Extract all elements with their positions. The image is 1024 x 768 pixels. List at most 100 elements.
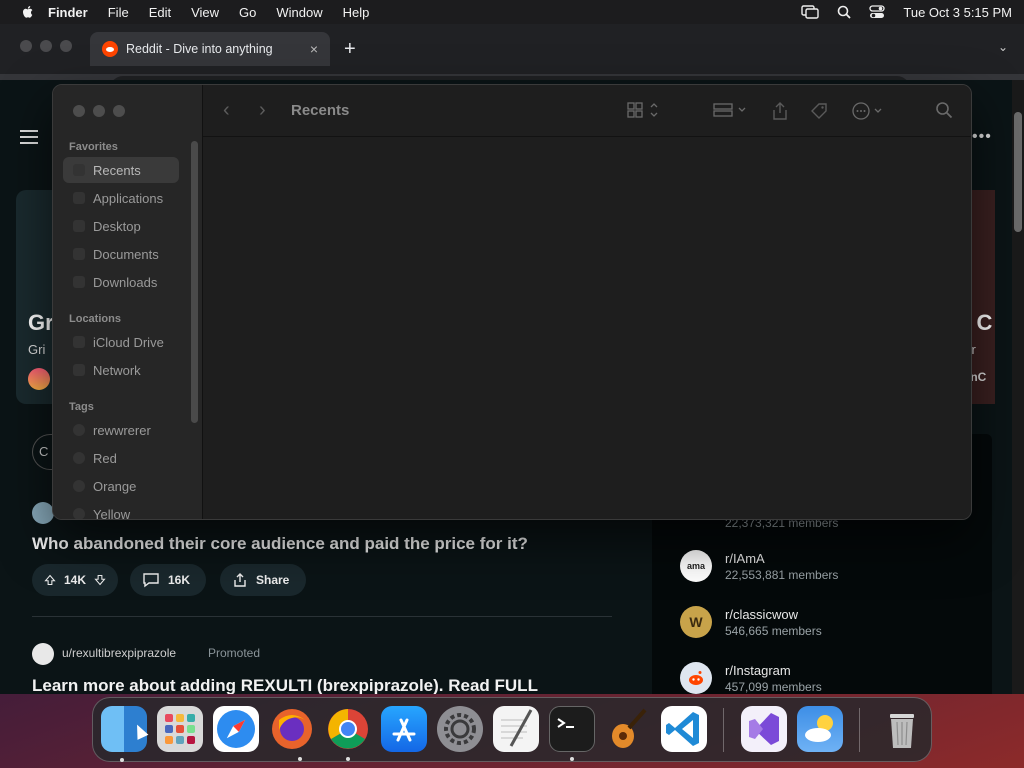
control-center-icon[interactable] bbox=[869, 5, 886, 19]
dock-trash-icon[interactable] bbox=[879, 706, 925, 752]
apple-icon[interactable] bbox=[20, 4, 36, 20]
sidebar-item-recents[interactable]: Recents bbox=[63, 157, 179, 183]
running-indicator-finder bbox=[120, 758, 124, 762]
applications-icon bbox=[73, 192, 85, 204]
window-zoom-button[interactable] bbox=[60, 40, 72, 52]
dock-weather-icon[interactable] bbox=[797, 706, 843, 752]
menubar-clock[interactable]: Tue Oct 3 5:15 PM bbox=[903, 5, 1012, 20]
dock-firefox-icon[interactable] bbox=[269, 706, 315, 752]
dock-chrome-icon[interactable] bbox=[325, 706, 371, 752]
ad-author-avatar[interactable] bbox=[32, 643, 54, 665]
finder-zoom-button[interactable] bbox=[113, 105, 125, 117]
search-icon[interactable] bbox=[935, 101, 953, 119]
comments-button[interactable]: 16K bbox=[130, 564, 206, 596]
post-title[interactable]: Who abandoned their core audience and pa… bbox=[32, 534, 528, 554]
more-actions-icon[interactable] bbox=[851, 101, 887, 121]
vscode-logo-icon bbox=[666, 712, 699, 746]
menu-file[interactable]: File bbox=[108, 5, 129, 20]
spotlight-search-icon[interactable] bbox=[837, 5, 852, 19]
sidebar-item-tag-rewwrerer[interactable]: rewwrerer bbox=[63, 417, 179, 443]
sidebar-scrollbar[interactable] bbox=[191, 141, 198, 423]
page-scrollbar[interactable] bbox=[1012, 80, 1024, 694]
dock-system-settings-icon[interactable] bbox=[437, 706, 483, 752]
share-button[interactable]: Share bbox=[220, 564, 306, 596]
community-item-classicwow[interactable]: W r/classicwow 546,665 members bbox=[680, 606, 822, 638]
community-item-iama[interactable]: ama r/IAmA 22,553,881 members bbox=[680, 550, 838, 582]
tag-icon[interactable] bbox=[809, 101, 829, 121]
dock-safari-icon[interactable] bbox=[213, 706, 259, 752]
sidebar-item-tag-orange[interactable]: Orange bbox=[63, 473, 179, 499]
new-tab-button[interactable]: + bbox=[344, 38, 356, 61]
window-close-button[interactable] bbox=[20, 40, 32, 52]
window-minimize-button[interactable] bbox=[40, 40, 52, 52]
post-author-avatar[interactable] bbox=[32, 502, 54, 524]
reddit-alien-icon bbox=[689, 671, 703, 685]
ad-title[interactable]: Learn more about adding REXULTI (brexpip… bbox=[32, 676, 538, 694]
tag-dot-icon bbox=[73, 508, 85, 519]
sidebar-item-label: Desktop bbox=[93, 218, 141, 234]
community-name: r/classicwow bbox=[725, 606, 798, 622]
sidebar-item-label: Documents bbox=[93, 246, 159, 262]
community-item-instagram[interactable]: r/Instagram 457,099 members bbox=[680, 662, 822, 694]
sidebar-item-tag-yellow[interactable]: Yellow bbox=[63, 501, 179, 519]
menu-window[interactable]: Window bbox=[276, 5, 322, 20]
more-options-icon[interactable]: ••• bbox=[972, 128, 992, 146]
ad-author-name[interactable]: u/rexultibrexpiprazole bbox=[62, 646, 176, 660]
finder-close-button[interactable] bbox=[73, 105, 85, 117]
dock-vscode-icon[interactable] bbox=[661, 706, 707, 752]
share-icon[interactable] bbox=[771, 101, 789, 121]
sidebar-item-desktop[interactable]: Desktop bbox=[63, 213, 179, 239]
sidebar-item-downloads[interactable]: Downloads bbox=[63, 269, 179, 295]
menu-edit[interactable]: Edit bbox=[149, 5, 171, 20]
share-icon bbox=[234, 573, 246, 587]
forward-chevron-icon[interactable]: › bbox=[259, 99, 266, 122]
sidebar-item-label: Network bbox=[93, 362, 141, 378]
desktop-icon bbox=[73, 220, 85, 232]
dock-visual-studio-icon[interactable] bbox=[741, 706, 787, 752]
tab-search-chevron-icon[interactable]: ⌄ bbox=[998, 40, 1008, 54]
scrollbar-thumb[interactable] bbox=[1014, 112, 1022, 232]
dock-textedit-icon[interactable] bbox=[493, 706, 539, 752]
hamburger-menu-icon[interactable] bbox=[20, 130, 38, 144]
sidebar-item-network[interactable]: Network bbox=[63, 357, 179, 383]
sidebar-item-documents[interactable]: Documents bbox=[63, 241, 179, 267]
launchpad-grid-icon bbox=[165, 714, 195, 744]
menu-view[interactable]: View bbox=[191, 5, 219, 20]
menu-bar: Finder File Edit View Go Window Help Tue… bbox=[0, 0, 1024, 24]
download-icon bbox=[73, 276, 85, 288]
dock-garageband-icon[interactable] bbox=[605, 706, 651, 752]
sidebar-item-applications[interactable]: Applications bbox=[63, 185, 179, 211]
dock-terminal-icon[interactable] bbox=[549, 706, 595, 752]
sidebar-item-icloud-drive[interactable]: iCloud Drive bbox=[63, 329, 179, 355]
tab-close-icon[interactable]: × bbox=[310, 41, 318, 57]
share-label: Share bbox=[256, 573, 290, 587]
post-divider bbox=[32, 616, 612, 617]
view-grid-icon[interactable] bbox=[627, 101, 661, 119]
finder-sidebar: Favorites Recents Applications Desktop D… bbox=[53, 85, 203, 519]
finder-file-area[interactable] bbox=[203, 137, 971, 519]
hero-card-left-avatar bbox=[28, 368, 50, 390]
tab-title: Reddit - Dive into anything bbox=[126, 42, 273, 56]
firefox-logo-icon bbox=[272, 709, 312, 749]
menu-app-name[interactable]: Finder bbox=[48, 5, 88, 20]
finder-minimize-button[interactable] bbox=[93, 105, 105, 117]
screen-mirroring-icon[interactable] bbox=[801, 5, 820, 19]
group-by-icon[interactable] bbox=[713, 101, 749, 119]
dock-app-store-icon[interactable] bbox=[381, 706, 427, 752]
upvote-arrow-icon[interactable] bbox=[44, 572, 56, 588]
dock-launchpad-icon[interactable] bbox=[157, 706, 203, 752]
sidebar-item-label: Downloads bbox=[93, 274, 158, 290]
tab-reddit[interactable]: Reddit - Dive into anything × bbox=[90, 32, 330, 66]
dock bbox=[92, 697, 932, 762]
menu-go[interactable]: Go bbox=[239, 5, 256, 20]
back-chevron-icon[interactable]: ‹ bbox=[223, 99, 230, 122]
community-members: 546,665 members bbox=[725, 623, 822, 638]
upvote-count: 14K bbox=[63, 573, 86, 587]
menu-help[interactable]: Help bbox=[343, 5, 370, 20]
downvote-arrow-icon[interactable] bbox=[94, 572, 106, 588]
finder-window: Favorites Recents Applications Desktop D… bbox=[52, 84, 972, 520]
safari-compass-icon bbox=[217, 710, 255, 748]
hero-card-left[interactable]: Gr Gri bbox=[16, 190, 56, 404]
vote-button-group: 14K bbox=[32, 564, 118, 596]
sidebar-item-tag-red[interactable]: Red bbox=[63, 445, 179, 471]
